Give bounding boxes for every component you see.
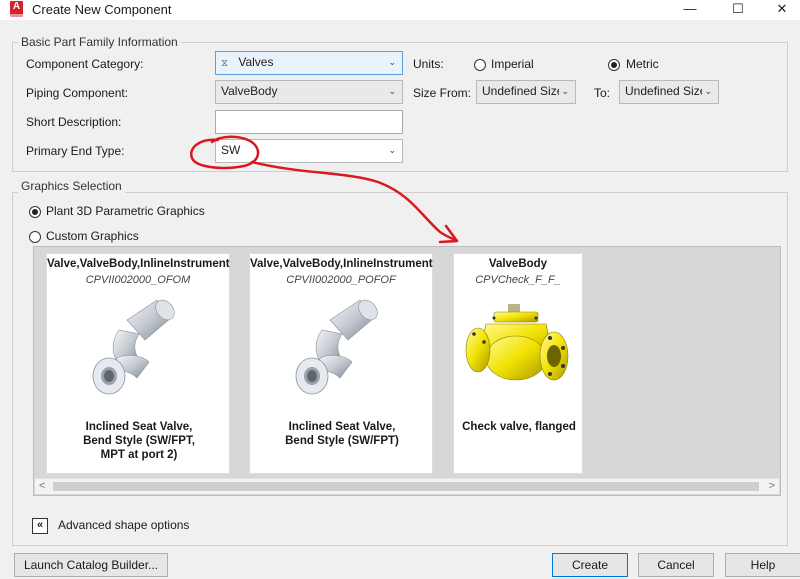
close-icon[interactable]: ✕: [764, 0, 800, 20]
size-from-label: Size From:: [413, 86, 472, 100]
card-desc-line: Bend Style (SW/FPT): [285, 435, 399, 447]
size-from-value: Undefined Size: [482, 84, 564, 98]
graphics-card[interactable]: ValveBody CPVCheck_F_F_ Check valve, fla…: [453, 253, 583, 474]
launch-catalog-builder-button[interactable]: Launch Catalog Builder...: [14, 553, 168, 577]
card-subtitle: CPVCheck_F_F_: [475, 274, 561, 286]
short-description-input[interactable]: [215, 110, 403, 134]
primary-end-type-value: SW: [221, 143, 241, 157]
component-category-select[interactable]: ⧖ Valves ⌄: [215, 51, 403, 75]
size-to-select[interactable]: Undefined Size ⌄: [619, 80, 719, 104]
piping-component-value: ValveBody: [221, 84, 278, 98]
piping-component-label: Piping Component:: [26, 86, 129, 100]
chevron-down-icon: ⌄: [559, 81, 569, 102]
component-category-label: Component Category:: [26, 57, 144, 71]
basic-info-group-label: Basic Part Family Information: [18, 35, 181, 49]
card-title: Valve,ValveBody,InlineInstrument: [47, 258, 230, 270]
chevron-down-icon: ⌄: [702, 81, 712, 102]
card-description: Check valve, flanged: [460, 420, 578, 434]
graphics-gallery: Valve,ValveBody,InlineInstrument CPVII00…: [33, 246, 781, 496]
parametric-graphics-radio[interactable]: [29, 206, 41, 218]
help-button[interactable]: Help: [725, 553, 800, 577]
parametric-graphics-label: Plant 3D Parametric Graphics: [46, 204, 205, 218]
advanced-shape-options-toggle[interactable]: «: [32, 518, 48, 534]
size-from-select[interactable]: Undefined Size ⌄: [476, 80, 576, 104]
graphics-card[interactable]: Valve,ValveBody,InlineInstrument CPVII00…: [249, 253, 433, 474]
window-title: Create New Component: [32, 2, 172, 17]
primary-end-type-select[interactable]: SW ⌄: [215, 139, 403, 163]
gallery-horizontal-scrollbar[interactable]: < >: [35, 478, 779, 494]
card-title: Valve,ValveBody,InlineInstrument: [250, 258, 433, 270]
units-metric-label: Metric: [626, 57, 659, 71]
scrollbar-thumb[interactable]: [53, 482, 759, 491]
units-label: Units:: [413, 57, 444, 71]
card-description: Inclined Seat Valve, Bend Style (SW/FPT,…: [53, 420, 225, 462]
component-category-value: Valves: [238, 55, 274, 69]
card-subtitle: CPVII002000_POFOF: [286, 274, 396, 286]
size-to-value: Undefined Size: [625, 84, 707, 98]
units-imperial-label: Imperial: [491, 57, 534, 71]
card-desc-line: Bend Style (SW/FPT,: [83, 435, 195, 447]
chevron-down-icon: ⌄: [388, 86, 396, 96]
primary-end-type-label: Primary End Type:: [26, 144, 125, 158]
card-description: Inclined Seat Valve, Bend Style (SW/FPT): [256, 420, 428, 448]
scroll-right-icon[interactable]: >: [769, 480, 775, 492]
cancel-button[interactable]: Cancel: [638, 553, 714, 577]
units-imperial-radio[interactable]: [474, 59, 486, 71]
custom-graphics-radio[interactable]: [29, 231, 41, 243]
inclined-seat-valve-icon: [92, 299, 175, 395]
card-desc-line: MPT at port 2): [100, 449, 178, 461]
size-to-label: To:: [594, 86, 611, 100]
short-description-label: Short Description:: [26, 115, 122, 129]
chevron-down-icon: ⌄: [388, 57, 396, 67]
card-desc-line: Inclined Seat Valve,: [288, 421, 396, 433]
card-desc-line: Inclined Seat Valve,: [85, 421, 193, 433]
autocad-app-icon: A: [10, 1, 23, 17]
card-subtitle: CPVII002000_OFOM: [85, 274, 191, 286]
card-title: ValveBody: [488, 258, 548, 270]
maximize-icon[interactable]: ☐: [720, 0, 756, 20]
chevron-down-icon: ⌄: [388, 145, 396, 155]
advanced-shape-options-label: Advanced shape options: [58, 518, 190, 532]
graphics-card[interactable]: Valve,ValveBody,InlineInstrument CPVII00…: [46, 253, 230, 474]
custom-graphics-label: Custom Graphics: [46, 229, 139, 243]
scroll-left-icon[interactable]: <: [39, 480, 45, 492]
inclined-seat-valve-icon: [295, 299, 378, 395]
minimize-icon[interactable]: —: [672, 0, 708, 20]
title-bar: A Create New Component — ☐ ✕: [0, 0, 800, 20]
valve-icon: ⧖: [221, 58, 229, 69]
graphics-selection-group-label: Graphics Selection: [18, 179, 125, 193]
card-desc-line: Check valve, flanged: [462, 421, 576, 433]
create-button[interactable]: Create: [552, 553, 628, 577]
units-metric-radio[interactable]: [608, 59, 620, 71]
piping-component-select[interactable]: ValveBody ⌄: [215, 80, 403, 104]
check-valve-flanged-icon: [465, 304, 569, 381]
